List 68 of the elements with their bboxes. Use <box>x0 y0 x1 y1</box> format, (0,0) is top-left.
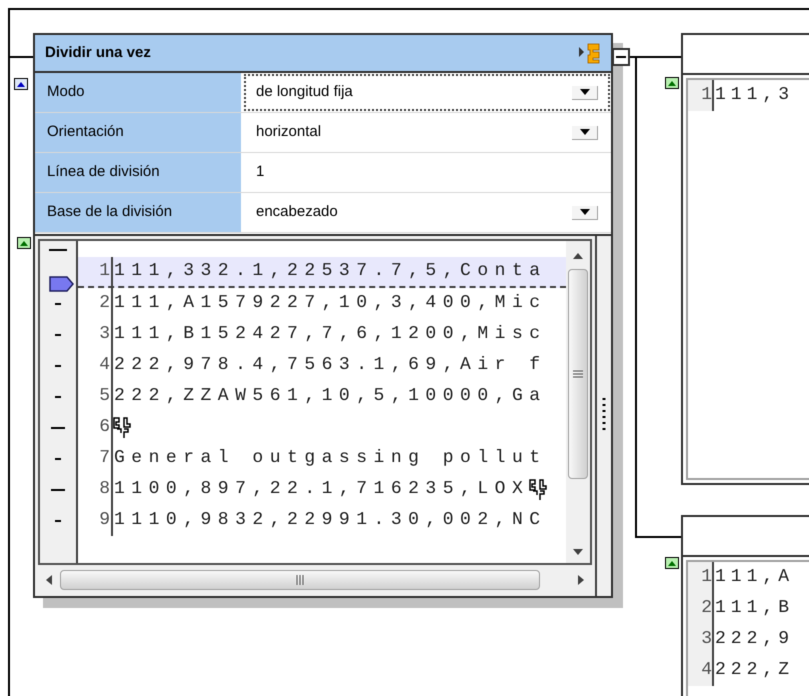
text-line: 111,B152427,7,6,1200,Misc <box>113 323 547 346</box>
text-line: 1100,897,22.1,716235,LOX <box>113 478 530 501</box>
collapse-toggle-icon[interactable] <box>665 557 679 569</box>
property-label: Base de la división <box>35 193 243 232</box>
dropdown-button[interactable] <box>572 126 598 140</box>
scroll-left-icon[interactable] <box>46 575 52 585</box>
vertical-scrollbar[interactable] <box>566 241 590 563</box>
line-number: 1 <box>78 257 113 286</box>
property-label: Orientación <box>35 113 243 152</box>
text-line: General outgassing pollut <box>113 447 547 470</box>
input-field[interactable]: 1 <box>244 154 610 191</box>
line-number: 1 <box>688 562 714 593</box>
scroll-thumb[interactable] <box>60 570 540 590</box>
scroll-right-icon[interactable] <box>578 575 584 585</box>
collapse-toggle-icon[interactable] <box>17 237 31 249</box>
scroll-up-icon[interactable] <box>573 253 583 259</box>
fold-mark <box>55 396 61 398</box>
caret-icon <box>580 89 590 95</box>
output-port[interactable] <box>612 48 630 66</box>
line-end-icon <box>529 478 550 502</box>
line-end-icon <box>113 416 133 440</box>
text-line: 222,9 <box>714 628 794 651</box>
caret-icon <box>580 209 590 215</box>
fold-mark <box>55 302 61 304</box>
property-label: Modo <box>35 73 243 112</box>
text-line: 111,A1579227,10,3,400,Mic <box>113 292 547 315</box>
dropdown-field[interactable]: de longitud fija <box>244 74 610 111</box>
fold-mark <box>55 364 61 366</box>
line-number: 5 <box>78 381 113 412</box>
property-label: Línea de división <box>35 153 243 192</box>
fold-mark <box>51 426 65 428</box>
dropdown-field[interactable]: encabezado <box>244 194 610 231</box>
line-number: 1 <box>688 80 714 111</box>
line-number: 8 <box>78 474 113 505</box>
dropdown-button[interactable] <box>572 206 598 220</box>
fold-mark <box>55 334 61 336</box>
text-line: 111,3 <box>714 84 794 107</box>
fold-mark <box>55 458 61 460</box>
text-line: 222,ZZAW561,10,5,10000,Ga <box>113 385 547 408</box>
caret-icon <box>580 129 590 135</box>
text-line: 111,332.1,22537.7,5,Conta <box>113 260 547 283</box>
scroll-thumb[interactable] <box>568 269 588 479</box>
dropdown-button[interactable] <box>572 86 598 100</box>
line-number: 3 <box>688 624 714 655</box>
node-title: Dividir una vez <box>45 42 151 63</box>
split-marker-icon <box>49 276 75 292</box>
grip-icon <box>573 370 583 378</box>
text-line: 111,A <box>714 566 794 589</box>
line-number: 4 <box>78 350 113 381</box>
collapse-toggle-icon[interactable] <box>14 78 28 90</box>
fold-mark <box>49 249 67 251</box>
line-number: 2 <box>78 288 113 319</box>
text-line: 1110,9832,22991.30,002,NC <box>113 509 547 532</box>
text-line: 222,978.4,7563.1,69,Air f <box>113 354 547 377</box>
collapse-toggle-icon[interactable] <box>665 77 679 89</box>
line-number: 4 <box>688 655 714 686</box>
line-number: 9 <box>78 505 113 536</box>
line-number: 7 <box>78 443 113 474</box>
split-icon <box>579 42 601 64</box>
line-number: 3 <box>78 319 113 350</box>
scroll-down-icon[interactable] <box>573 549 583 555</box>
text-line: 111,B <box>714 597 794 620</box>
fold-mark <box>55 520 61 522</box>
line-number: 2 <box>688 593 714 624</box>
grip-icon <box>296 575 304 585</box>
fold-mark <box>51 488 65 490</box>
dropdown-field[interactable]: horizontal <box>244 114 610 151</box>
text-line: 222,Z <box>714 659 794 682</box>
